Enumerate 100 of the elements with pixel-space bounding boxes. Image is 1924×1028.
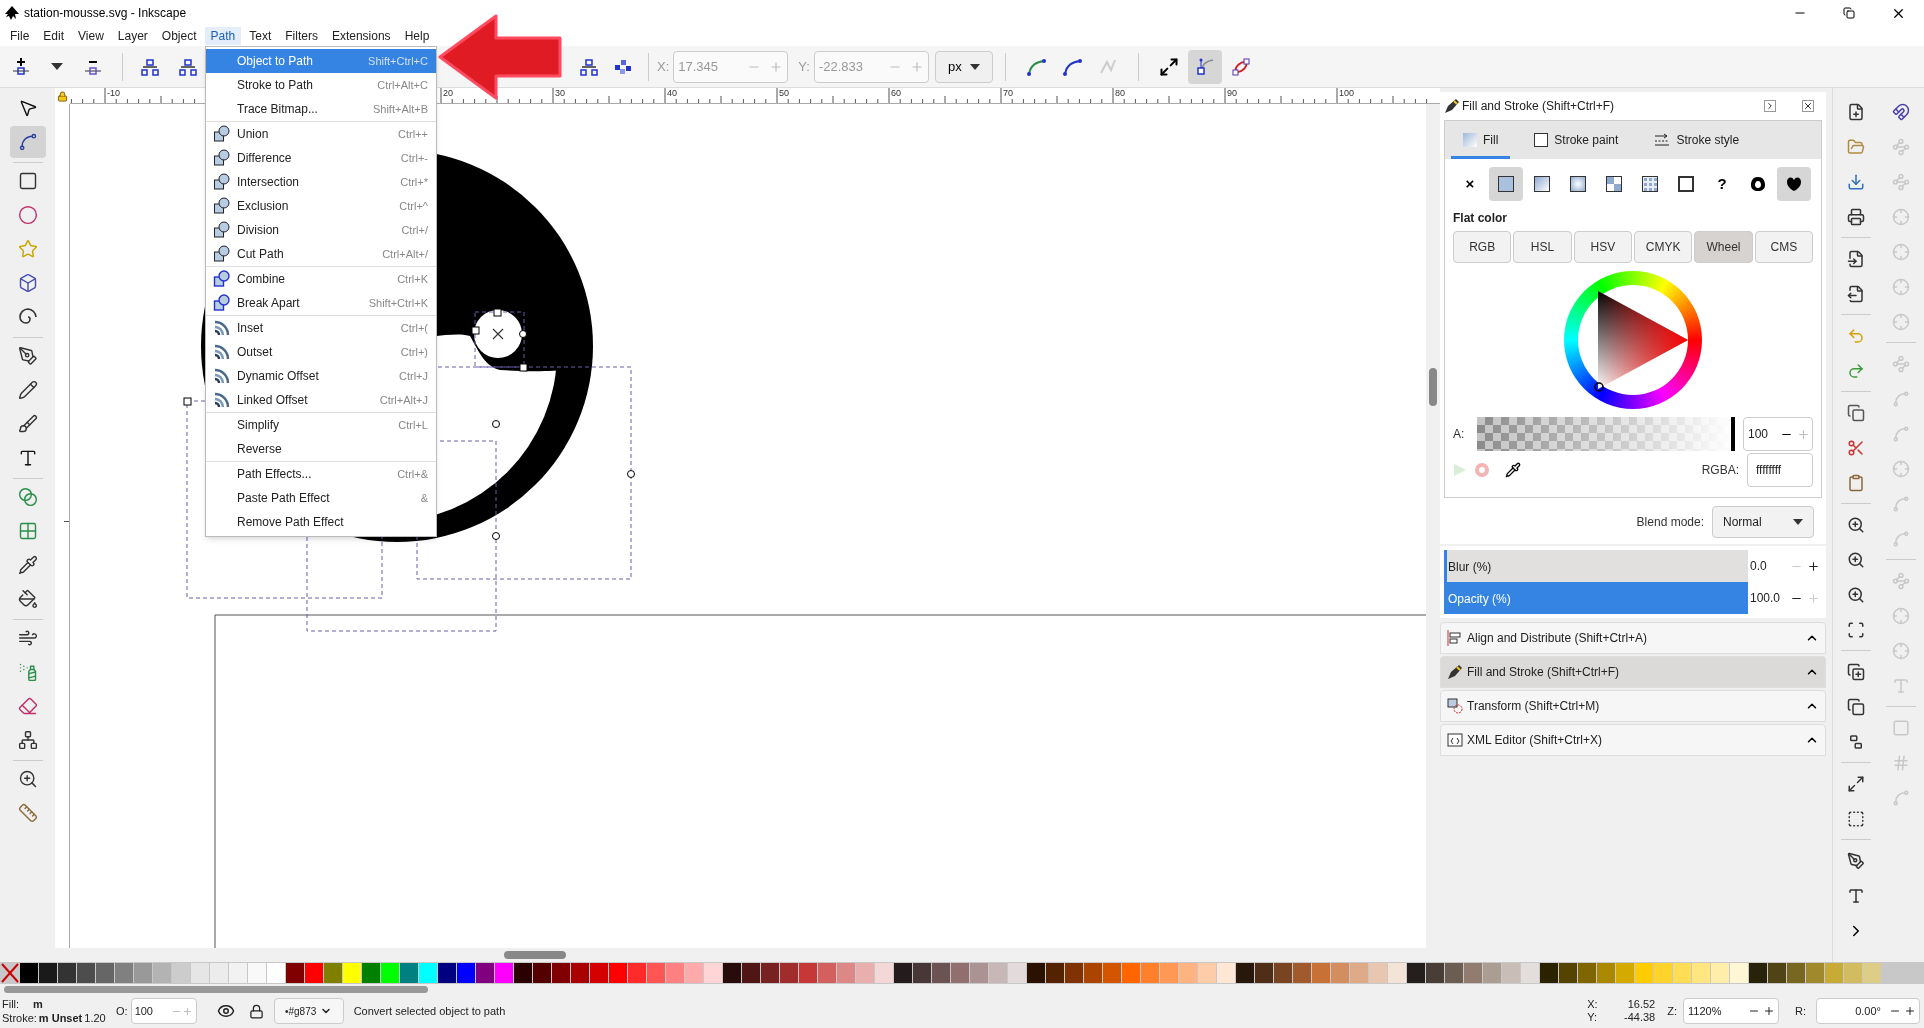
slider-value: 0.0	[1749, 558, 1768, 575]
color-mode-tab[interactable]: HSL	[1513, 231, 1572, 263]
unit-dropdown[interactable]: px	[934, 50, 993, 83]
layer-dropdown[interactable]: •#g873	[273, 998, 344, 1024]
collapsed-panel-header[interactable]: Align and Distribute (Shift+Ctrl+A)	[1440, 622, 1826, 654]
zoom-field[interactable]: 1120%	[1683, 998, 1779, 1024]
menu-item[interactable]: Intersection Ctrl+*	[206, 170, 436, 194]
shortcut-label: Ctrl+(	[400, 320, 428, 336]
stroke-indicator: m Unset	[38, 1011, 83, 1025]
blend-dropdown[interactable]: Normal	[1712, 506, 1814, 538]
menu-item[interactable]: Exclusion Ctrl+^	[206, 194, 436, 218]
menu-bar-item[interactable]: Filters	[279, 27, 324, 45]
shortcut-label: Shift+Alt+B	[372, 101, 428, 117]
menu-item[interactable]: Path Effects... Ctrl+&	[206, 462, 436, 486]
shortcut-label: Shift+Ctrl+K	[368, 295, 428, 311]
collapsed-panel-header[interactable]: XML Editor (Shift+Ctrl+X)	[1440, 724, 1826, 756]
menu-item[interactable]: Simplify Ctrl+L	[206, 413, 436, 437]
panel-tab[interactable]: Fill	[1451, 123, 1511, 159]
status-label: O:	[116, 1003, 128, 1019]
color-mode-tab[interactable]: CMYK	[1634, 231, 1693, 263]
slider-value: 100.0	[1749, 590, 1782, 607]
collapsed-panel-header[interactable]: Transform (Shift+Ctrl+M)	[1440, 690, 1826, 722]
shortcut-label: Ctrl+K	[397, 271, 428, 287]
menu-item[interactable]: Object to Path Shift+Ctrl+C	[206, 49, 436, 73]
menu-item[interactable]: Dynamic Offset Ctrl+J	[206, 364, 436, 388]
shortcut-label: Ctrl+)	[400, 344, 428, 360]
rgba-field[interactable]: ffffffff	[1747, 453, 1813, 487]
opacity-slider[interactable]: Opacity (%)	[1444, 582, 1748, 614]
ruler-label: 70	[1003, 88, 1013, 98]
paint-mode-button[interactable]: ×	[1453, 167, 1487, 201]
shortcut-label: &	[420, 490, 428, 506]
menu-bar-item[interactable]: Path	[204, 27, 242, 45]
section-label: Flat color	[1453, 210, 1508, 227]
color-mode-tab[interactable]: HSV	[1573, 231, 1632, 263]
menu-bar-item[interactable]: Help	[398, 27, 436, 45]
menu-item[interactable]: Reverse	[206, 437, 436, 461]
shortcut-label: Ctrl+&	[397, 466, 428, 482]
panel-tab[interactable]: Stroke style	[1642, 123, 1752, 159]
slider-label: Opacity (%)	[1448, 591, 1511, 608]
status-message: Convert selected object to path	[353, 1003, 507, 1019]
shortcut-label: Ctrl+Alt+C	[377, 77, 428, 93]
ruler-label: 80	[1115, 88, 1125, 98]
ruler-label: 50	[779, 88, 789, 98]
shortcut-label: Ctrl+/	[401, 222, 428, 238]
color-mode-tab[interactable]: RGB	[1453, 231, 1512, 263]
menu-bar-item[interactable]: File	[4, 27, 36, 45]
status-label: Z:	[1667, 1003, 1677, 1019]
shortcut-label: Shift+Ctrl+C	[368, 53, 428, 69]
menu-bar-item[interactable]: Layer	[111, 27, 154, 45]
ruler-label: 100	[1339, 88, 1355, 98]
ruler-label: -10	[107, 88, 120, 98]
cursor-y: -44.38	[1623, 1011, 1656, 1024]
color-mode-tab[interactable]: CMS	[1754, 231, 1813, 263]
shortcut-label: Ctrl+L	[398, 417, 428, 433]
window-title: station-mousse.svg - Inkscape	[24, 5, 188, 22]
shortcut-label: Ctrl+Alt+J	[379, 392, 428, 408]
panel-title: Fill and Stroke (Shift+Ctrl+F)	[1462, 98, 1616, 115]
menu-item[interactable]: Linked Offset Ctrl+Alt+J	[206, 388, 436, 412]
menu-item[interactable]: Break Apart Shift+Ctrl+K	[206, 291, 436, 315]
ruler-label: 40	[667, 88, 677, 98]
ruler-label: 20	[443, 88, 453, 98]
menu-item[interactable]: Combine Ctrl+K	[206, 267, 436, 291]
color-mode-tab[interactable]: Wheel	[1694, 231, 1753, 263]
panel-tab[interactable]: Stroke paint	[1522, 123, 1631, 159]
paint-mode-button[interactable]: ?	[1705, 167, 1739, 201]
blend-label: Blend mode:	[1636, 514, 1704, 531]
status-label: Fill:	[2, 997, 20, 1011]
paint-mode-label: ?	[1717, 173, 1727, 194]
menu-item[interactable]: Paste Path Effect &	[206, 486, 436, 510]
shortcut-label: Ctrl+*	[400, 174, 428, 190]
shortcut-label: Ctrl+J	[398, 368, 428, 384]
menu-item[interactable]: Remove Path Effect	[206, 510, 436, 534]
menu-item[interactable]: Difference Ctrl+-	[206, 146, 436, 170]
fill-indicator: m	[33, 997, 43, 1011]
menu-bar-item[interactable]: Text	[243, 27, 278, 45]
menu-item[interactable]: Stroke to Path Ctrl+Alt+C	[206, 73, 436, 97]
menu-item[interactable]: Trace Bitmap... Shift+Alt+B	[206, 97, 436, 121]
menu-item[interactable]: Union Ctrl++	[206, 122, 436, 146]
menu-bar-item[interactable]: Extensions	[325, 27, 397, 45]
menu-item[interactable]: Cut Path Ctrl+Alt+/	[206, 242, 436, 266]
slider-label: Blur (%)	[1448, 559, 1492, 576]
menu-bar-item[interactable]: Edit	[37, 27, 71, 45]
field-label: X:	[657, 57, 670, 76]
menu-item[interactable]: Division Ctrl+/	[206, 218, 436, 242]
collapsed-panel-header[interactable]: Fill and Stroke (Shift+Ctrl+F)	[1440, 656, 1826, 688]
field-label: Y:	[798, 57, 810, 76]
alpha-field[interactable]: 100	[1743, 417, 1813, 451]
blur-slider[interactable]: Blur (%)	[1444, 550, 1748, 582]
menu-item[interactable]: Inset Ctrl+(	[206, 316, 436, 340]
ruler-label: 60	[891, 88, 901, 98]
menu-bar-item[interactable]: View	[72, 27, 110, 45]
status-label: Y:	[1587, 1011, 1598, 1024]
paint-mode-label: ×	[1465, 173, 1475, 194]
menu-item[interactable]: Outset Ctrl+)	[206, 340, 436, 364]
rotation-field[interactable]: 0.00°	[1816, 998, 1920, 1024]
rgba-label: RGBA:	[1701, 462, 1739, 479]
shortcut-label: Ctrl++	[398, 126, 428, 142]
menu-bar-item[interactable]: Object	[155, 27, 203, 45]
ruler-label: 30	[555, 88, 565, 98]
status-label: Stroke:	[2, 1011, 37, 1025]
